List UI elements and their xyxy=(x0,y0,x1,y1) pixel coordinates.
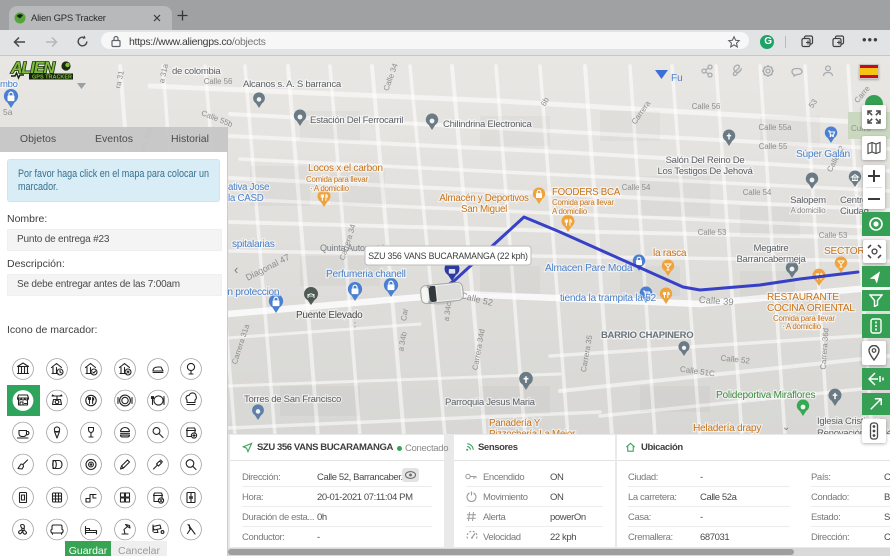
svg-text:GPS TRACKER: GPS TRACKER xyxy=(32,75,72,81)
svg-text:Fu: Fu xyxy=(671,73,683,84)
svg-text:Calle 53: Calle 53 xyxy=(819,231,848,240)
svg-text:Almacén y Deportivos: Almacén y Deportivos xyxy=(439,193,529,204)
svg-text:Comida para llevar: Comida para llevar xyxy=(552,198,614,207)
svg-text:Súper Galán: Súper Galán xyxy=(796,149,850,160)
svg-text:Los Testigos De Jehová: Los Testigos De Jehová xyxy=(657,166,753,177)
svg-text:Calle 53: Calle 53 xyxy=(698,228,727,237)
svg-text:spitalarias: spitalarias xyxy=(232,239,275,250)
svg-text:la rasca: la rasca xyxy=(653,248,687,259)
svg-text:Megatire: Megatire xyxy=(754,243,789,254)
svg-text:FOODERS BCA: FOODERS BCA xyxy=(552,187,621,198)
svg-text:Comida para llevar: Comida para llevar xyxy=(306,175,368,184)
svg-text:Calle 54: Calle 54 xyxy=(622,183,651,192)
svg-text:· A domicilio: · A domicilio xyxy=(782,322,822,331)
svg-text:Parroquia Jesus Maria: Parroquia Jesus Maria xyxy=(445,397,536,408)
svg-text:Calle 56: Calle 56 xyxy=(204,77,233,86)
svg-text:A domicilio: A domicilio xyxy=(791,206,827,215)
svg-text:Car: Car xyxy=(399,307,410,321)
svg-text:Heladería drapy: Heladería drapy xyxy=(693,423,762,434)
svg-text:Salopem: Salopem xyxy=(790,195,826,206)
svg-text:de colombia: de colombia xyxy=(172,66,221,77)
svg-text:Torres de San Francisco: Torres de San Francisco xyxy=(244,394,341,405)
svg-text:Locos x el carbon: Locos x el carbon xyxy=(308,163,383,174)
svg-text:un proteccion: un proteccion xyxy=(222,287,279,298)
svg-text:tienda la trampita la 52: tienda la trampita la 52 xyxy=(560,293,657,304)
svg-text:A domicilio: A domicilio xyxy=(552,207,588,216)
svg-text:Calle 55a: Calle 55a xyxy=(759,123,793,132)
svg-text:Salón Del Reino De: Salón Del Reino De xyxy=(666,155,745,166)
svg-text:5a: 5a xyxy=(3,107,13,117)
svg-text:SZU 356 VANS BUCARAMANGA (22 k: SZU 356 VANS BUCARAMANGA (22 kph) xyxy=(368,251,528,261)
svg-text:Calle 54: Calle 54 xyxy=(743,188,772,197)
svg-text:San Miguel: San Miguel xyxy=(461,204,507,215)
svg-text:Calle 55: Calle 55 xyxy=(759,142,788,151)
svg-text:BARRIO CHAPINERO: BARRIO CHAPINERO xyxy=(601,330,693,341)
svg-text:· A domicilio: · A domicilio xyxy=(310,184,350,193)
svg-text:Almacen Pare Moda: Almacen Pare Moda xyxy=(545,263,633,274)
svg-text:Chilindrina Electronica: Chilindrina Electronica xyxy=(443,119,533,130)
svg-text:ativa Jose: ativa Jose xyxy=(228,182,270,193)
svg-text:Polideportiva Miraflores: Polideportiva Miraflores xyxy=(716,390,815,401)
svg-text:Calle 56: Calle 56 xyxy=(692,102,721,111)
svg-text:Estación Del Ferrocarril: Estación Del Ferrocarril xyxy=(310,115,403,126)
svg-text:COCINA ORIENTAL: COCINA ORIENTAL xyxy=(767,303,855,314)
svg-text:‹: ‹ xyxy=(234,262,238,277)
svg-text:RESTAURANTE: RESTAURANTE xyxy=(767,292,839,303)
svg-text:Barrancabermeja: Barrancabermeja xyxy=(736,254,806,265)
svg-text:la CASD: la CASD xyxy=(228,193,264,204)
svg-text:Perfumeria chanell: Perfumeria chanell xyxy=(326,269,406,280)
svg-text:⌄: ⌄ xyxy=(782,422,790,433)
svg-text:Alcanos s. A. S barranca: Alcanos s. A. S barranca xyxy=(243,79,342,90)
svg-text:Panadería Y: Panadería Y xyxy=(489,418,541,429)
svg-text:Puente Elevado: Puente Elevado xyxy=(296,310,363,321)
